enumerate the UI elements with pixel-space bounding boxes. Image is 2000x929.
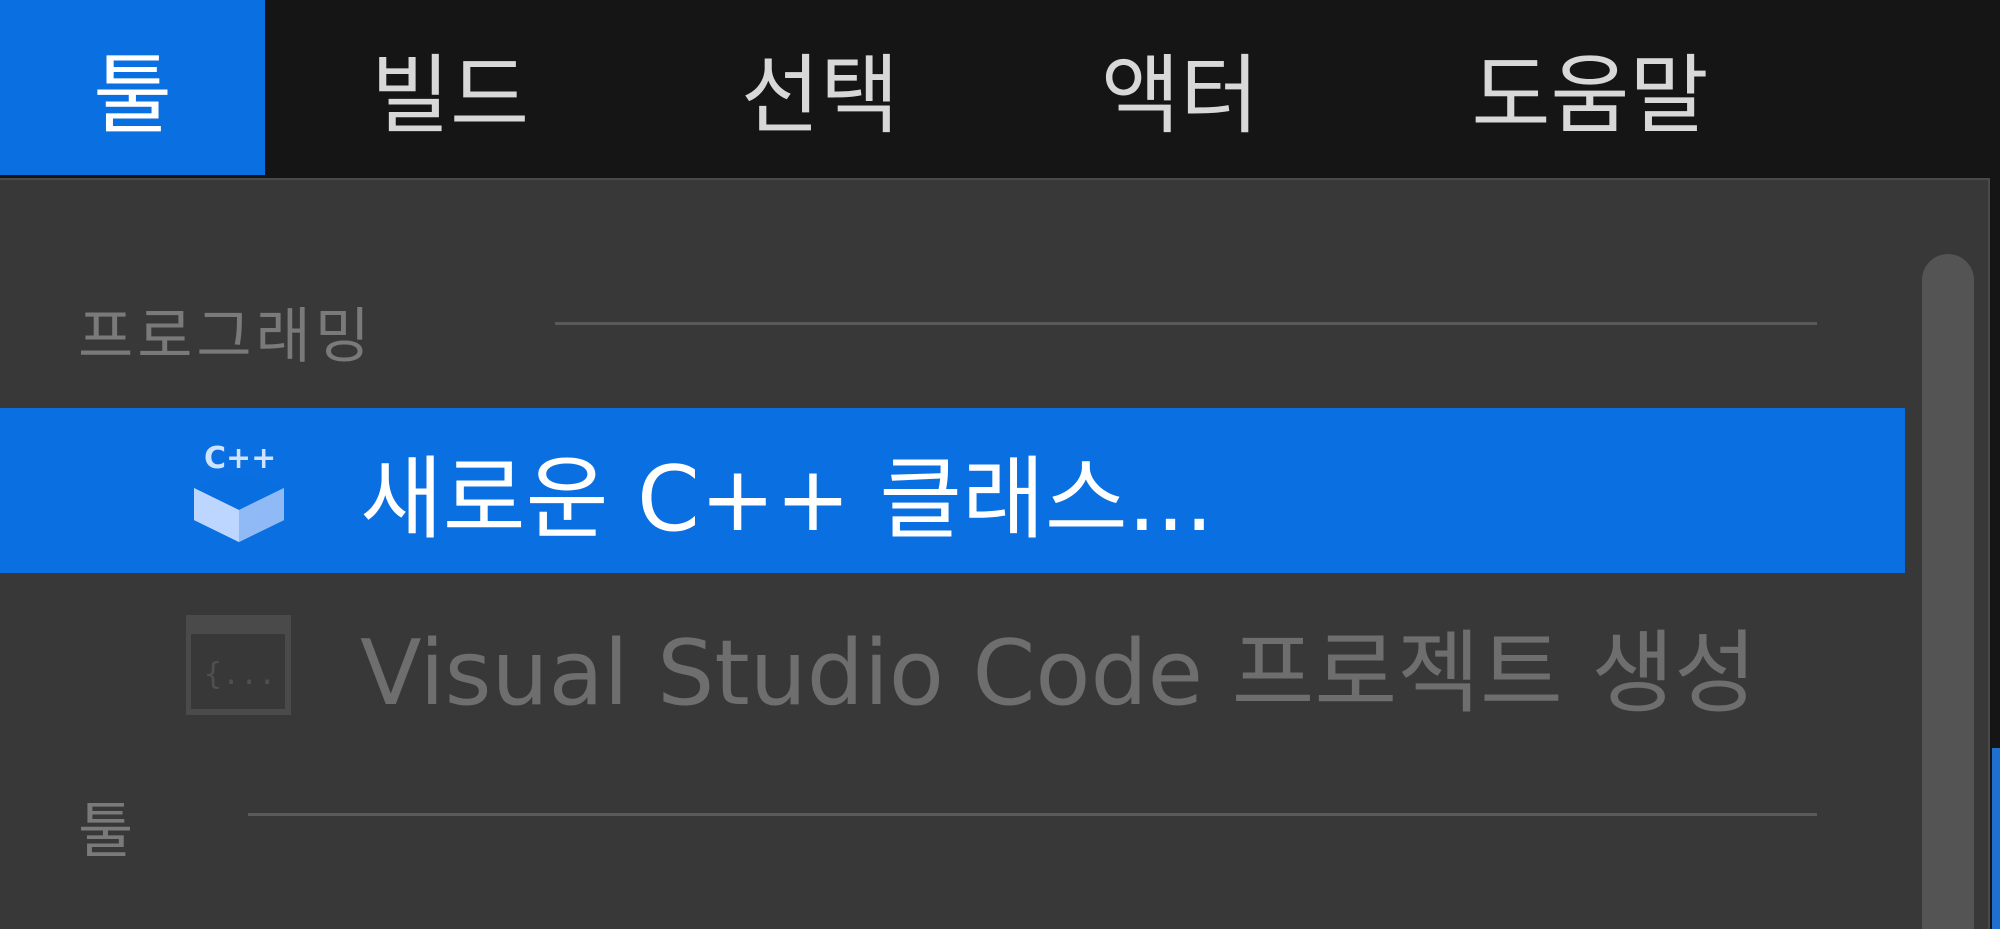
editor-window: 툴 빌드 선택 액터 도움말 프로그래밍 C++ 새로운 C++ 클래스... … xyxy=(0,0,2000,929)
menu-actor[interactable]: 액터 xyxy=(1060,0,1300,175)
menu-bar: 툴 빌드 선택 액터 도움말 xyxy=(0,0,2000,175)
tools-dropdown-menu: 프로그래밍 C++ 새로운 C++ 클래스... {... Visual Stu… xyxy=(0,178,1990,929)
menu-select[interactable]: 선택 xyxy=(700,0,940,175)
menu-item-new-cpp-class[interactable]: C++ 새로운 C++ 클래스... xyxy=(0,408,1905,573)
section-header-tools: 툴 xyxy=(78,797,138,867)
menu-tools[interactable]: 툴 xyxy=(0,0,265,175)
menu-item-label: 새로운 C++ 클래스... xyxy=(360,446,1214,552)
menu-item-generate-vscode-project[interactable]: {... Visual Studio Code 프로젝트 생성 xyxy=(0,582,1905,747)
menu-help[interactable]: 도움말 xyxy=(1430,0,1750,175)
background-panel-accent xyxy=(1992,748,2000,929)
svg-text:C++: C++ xyxy=(204,441,276,476)
svg-text:{...: {... xyxy=(204,657,276,692)
section-divider xyxy=(248,813,1817,816)
section-header-programming: 프로그래밍 xyxy=(78,302,374,372)
code-project-icon: {... xyxy=(186,614,291,715)
menu-build[interactable]: 빌드 xyxy=(330,0,570,175)
section-divider xyxy=(555,322,1817,325)
dropdown-scrollbar[interactable] xyxy=(1922,254,1974,929)
cpp-class-icon: C++ xyxy=(194,441,284,542)
menu-item-label: Visual Studio Code 프로젝트 생성 xyxy=(360,620,1757,726)
